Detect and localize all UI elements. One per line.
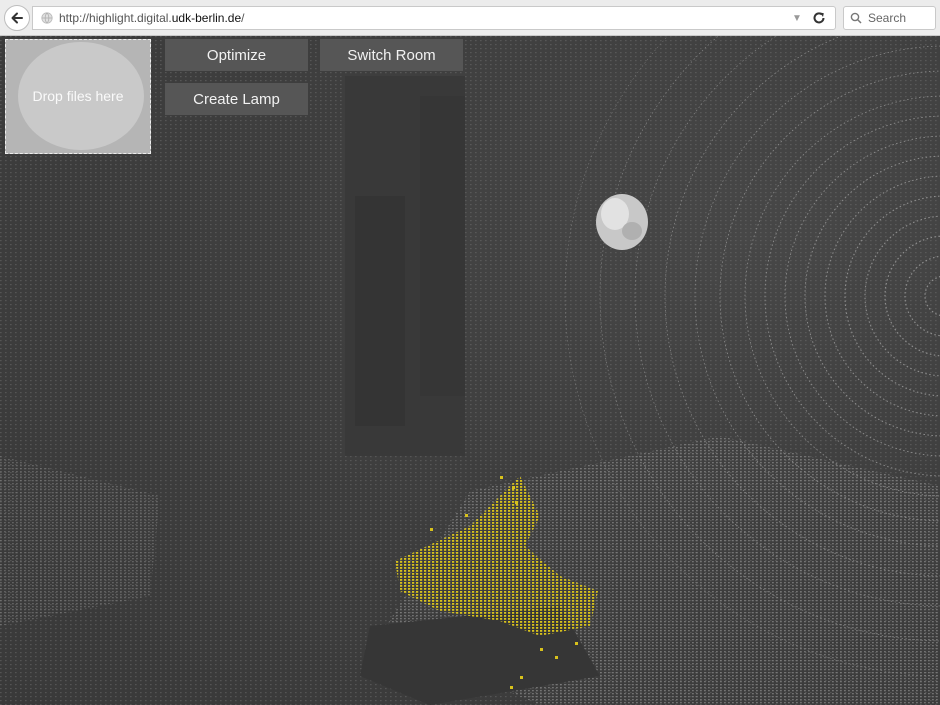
chevron-down-icon[interactable]: ▼ bbox=[791, 13, 803, 24]
globe-icon bbox=[41, 12, 53, 24]
point-cloud-viewport[interactable]: Drop files here Optimize Switch Room Cre… bbox=[0, 36, 940, 705]
search-placeholder: Search bbox=[868, 11, 907, 25]
switch-room-button[interactable]: Switch Room bbox=[320, 39, 463, 71]
browser-toolbar: http://highlight.digital.udk-berlin.de/ … bbox=[0, 0, 940, 36]
url-prefix: http://highlight.digital. bbox=[59, 11, 172, 25]
url-suffix: / bbox=[241, 11, 245, 25]
optimize-button[interactable]: Optimize bbox=[165, 39, 308, 71]
window-pane bbox=[420, 96, 465, 396]
reload-icon[interactable] bbox=[811, 11, 827, 25]
lamp-object[interactable] bbox=[596, 194, 648, 250]
create-lamp-button[interactable]: Create Lamp bbox=[165, 83, 308, 115]
file-dropzone[interactable]: Drop files here bbox=[5, 39, 151, 154]
back-arrow-icon bbox=[11, 12, 23, 24]
url-domain: udk-berlin.de bbox=[171, 11, 242, 25]
window-pane bbox=[355, 196, 405, 426]
url-text: http://highlight.digital.udk-berlin.de/ bbox=[59, 11, 791, 25]
dropzone-label: Drop files here bbox=[32, 88, 124, 104]
search-field[interactable]: Search bbox=[843, 6, 936, 30]
back-button[interactable] bbox=[4, 5, 30, 31]
address-bar[interactable]: http://highlight.digital.udk-berlin.de/ … bbox=[32, 6, 836, 30]
search-icon bbox=[850, 12, 862, 24]
